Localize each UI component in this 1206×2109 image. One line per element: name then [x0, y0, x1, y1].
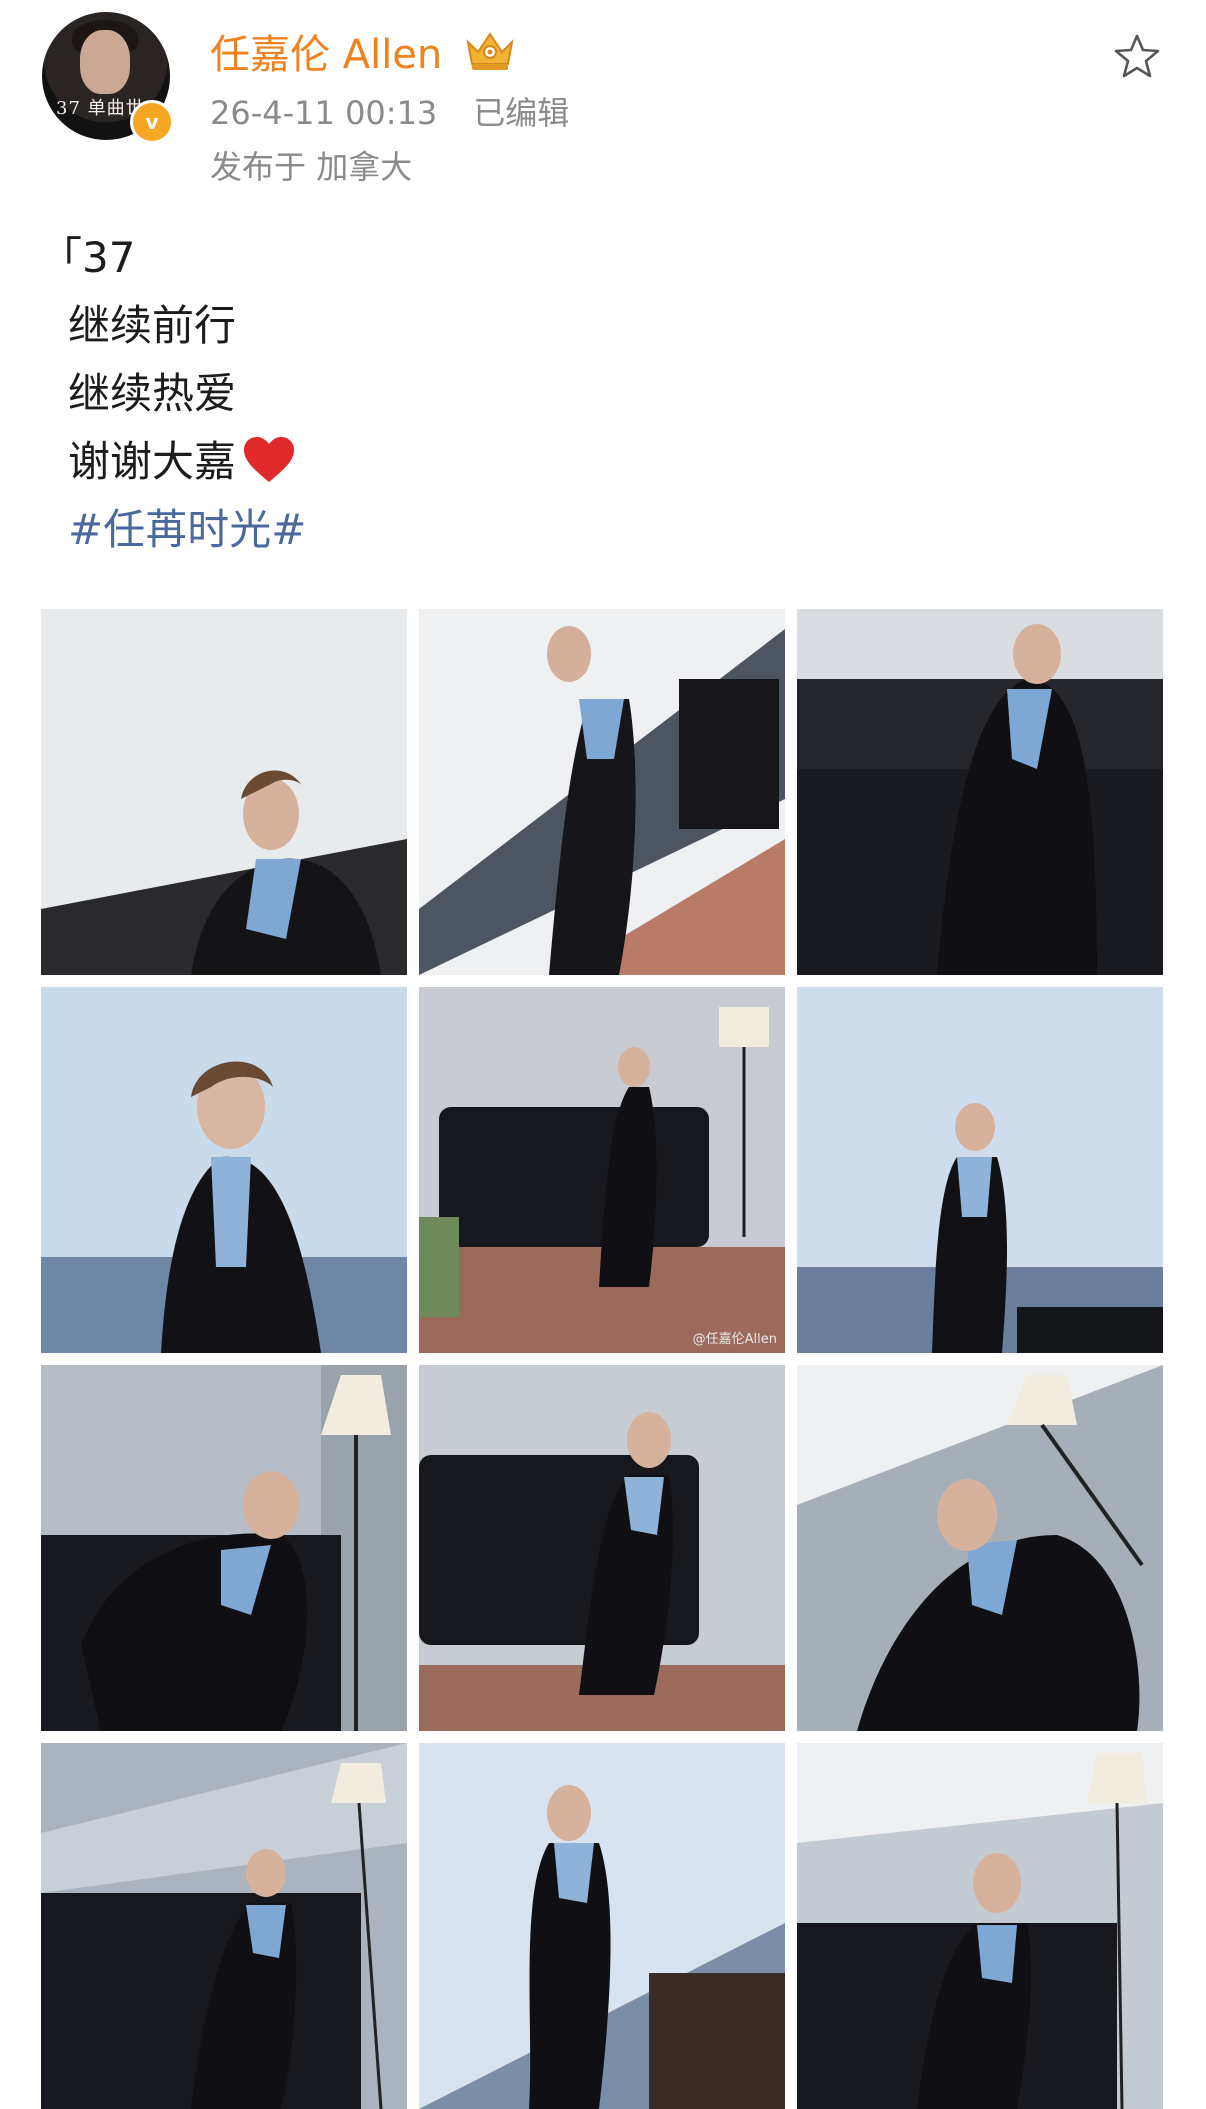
username-link[interactable]: 任嘉伦 Allen	[210, 22, 442, 80]
post-line-4-text: 谢谢大嘉	[68, 437, 237, 486]
photo-1[interactable]	[41, 609, 407, 975]
photo-5[interactable]: @任嘉伦Allen	[419, 987, 785, 1353]
hashtag-link[interactable]: #任苒时光#	[40, 496, 306, 564]
photo-2[interactable]	[419, 609, 785, 975]
photo-6-image	[797, 987, 1163, 1353]
post-location: 发布于 加拿大	[210, 142, 412, 188]
photo-6[interactable]	[797, 987, 1163, 1353]
photo-4-image	[41, 987, 407, 1353]
post-timestamp: 26-4-11 00:13	[210, 94, 438, 132]
photo-12[interactable]	[797, 1743, 1163, 2109]
post-line-2: 继续前行	[68, 301, 237, 350]
photo-4[interactable]	[41, 987, 407, 1353]
photo-7[interactable]	[41, 1365, 407, 1731]
location-name: 加拿大	[316, 148, 413, 186]
photo-3[interactable]	[797, 609, 1163, 975]
photo-2-image	[419, 609, 785, 975]
avatar-face	[80, 30, 130, 94]
photo-10[interactable]	[41, 1743, 407, 2109]
photo-8[interactable]	[419, 1365, 785, 1731]
heart-icon	[244, 437, 295, 482]
crown-icon	[466, 32, 514, 70]
photo-3-image	[797, 609, 1163, 975]
photo-10-image	[41, 1743, 407, 2109]
photo-5-image	[419, 987, 785, 1353]
photo-9-image	[797, 1365, 1163, 1731]
favorite-star-icon[interactable]	[1112, 32, 1162, 82]
post-line-1: 「37	[40, 233, 136, 282]
post-line-3: 继续热爱	[68, 369, 237, 418]
post-line-4: 谢谢大嘉	[40, 428, 306, 496]
photo-8-image	[419, 1365, 785, 1731]
location-prefix: 发布于	[210, 148, 307, 186]
photo-1-image	[41, 609, 407, 975]
photo-9[interactable]	[797, 1365, 1163, 1731]
photo-11-image	[419, 1743, 785, 2109]
photo-12-image	[797, 1743, 1163, 2109]
weibo-post: 37 单曲世 v 任嘉伦 Allen 26-4-11 00:13 已编辑 发布于 …	[0, 0, 1206, 2109]
post-meta: 26-4-11 00:13 已编辑	[210, 88, 569, 134]
verified-badge-icon: v	[130, 100, 174, 144]
photo-11[interactable]	[419, 1743, 785, 2109]
photo-grid: @任嘉伦Allen	[41, 609, 1165, 2109]
photo-watermark: @任嘉伦Allen	[692, 1332, 777, 1347]
edited-label[interactable]: 已编辑	[473, 94, 569, 132]
photo-7-image	[41, 1365, 407, 1731]
post-text: 「37 继续前行 继续热爱 谢谢大嘉 #任苒时光#	[40, 224, 306, 564]
